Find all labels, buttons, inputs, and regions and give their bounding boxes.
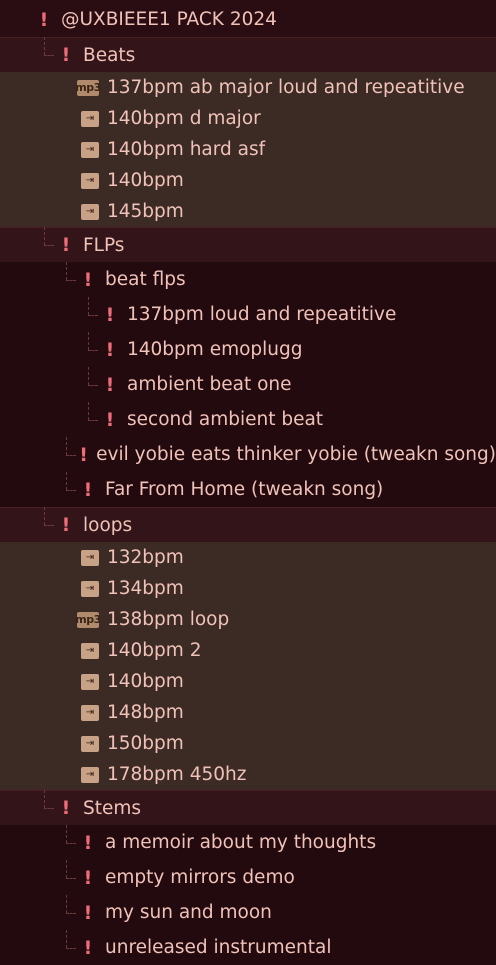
tree-item-label: 140bpm hard asf <box>107 139 266 160</box>
folder-warning-icon: ! <box>83 478 93 501</box>
folder-warning-icon: ! <box>61 797 71 819</box>
folder-warning-icon: ! <box>83 866 93 889</box>
tree-item-label: 140bpm <box>107 671 184 692</box>
tree-item-label: Far From Home (tweakn song) <box>105 479 384 500</box>
tree-file-row[interactable]: ⇥ 140bpm <box>0 165 496 196</box>
tree-folder-row[interactable]: ! 137bpm loud and repeatitive <box>0 297 496 332</box>
tree-item-label: 138bpm loop <box>107 609 230 630</box>
tree-item-label: loops <box>83 514 133 536</box>
tree-file-row[interactable]: ⇥ 145bpm <box>0 196 496 227</box>
flp-file-icon: ⇥ <box>81 549 99 566</box>
tree-item-label: Stems <box>83 797 142 819</box>
tree-item-label: 150bpm <box>107 733 184 754</box>
tree-folder-row[interactable]: ! empty mirrors demo <box>0 860 496 895</box>
tree-item-label: beat flps <box>105 269 186 290</box>
tree-folder-row[interactable]: ! ambient beat one <box>0 367 496 402</box>
folder-warning-icon: ! <box>79 443 88 466</box>
mp3-file-icon: mp3 <box>75 611 101 628</box>
tree-item-label: 140bpm 2 <box>107 640 202 661</box>
tree-folder-row[interactable]: ! loops <box>0 507 496 542</box>
tree-file-row[interactable]: ⇥ 140bpm hard asf <box>0 134 496 165</box>
file-browser-tree: ! @UXBIEEE1 PACK 2024! Beats mp3 137bpm ab m… <box>0 0 496 965</box>
tree-folder-row[interactable]: ! evil yobie eats thinker yobie (tweakn s… <box>0 437 496 472</box>
tree-folder-row[interactable]: ! @UXBIEEE1 PACK 2024 <box>0 2 496 37</box>
tree-folder-row[interactable]: ! Stems <box>0 790 496 825</box>
flp-file-icon: ⇥ <box>81 172 99 189</box>
tree-file-row[interactable]: ⇥ 132bpm <box>0 542 496 573</box>
folder-warning-icon: ! <box>105 408 115 431</box>
flp-file-icon: ⇥ <box>81 203 99 220</box>
tree-item-label: FLPs <box>83 234 125 256</box>
tree-file-row[interactable]: ⇥ 134bpm <box>0 573 496 604</box>
folder-warning-icon: ! <box>39 8 49 31</box>
tree-file-row[interactable]: mp3 138bpm loop <box>0 604 496 635</box>
tree-item-label: 145bpm <box>107 201 184 222</box>
tree-item-label: 140bpm d major <box>107 108 261 129</box>
tree-item-label: a memoir about my thoughts <box>105 832 377 853</box>
tree-folder-row[interactable]: ! Far From Home (tweakn song) <box>0 472 496 507</box>
tree-folder-row[interactable]: ! my sun and moon <box>0 895 496 930</box>
tree-item-label: 178bpm 450hz <box>107 764 247 785</box>
tree-folder-row[interactable]: ! beat flps <box>0 262 496 297</box>
tree-folder-row[interactable]: ! FLPs <box>0 227 496 262</box>
tree-item-label: 140bpm emoplugg <box>127 339 303 360</box>
tree-item-label: evil yobie eats thinker yobie (tweakn so… <box>96 444 496 465</box>
tree-item-label: @UXBIEEE1 PACK 2024 <box>61 9 277 30</box>
folder-warning-icon: ! <box>61 514 71 536</box>
folder-warning-icon: ! <box>105 338 115 361</box>
tree-item-label: 140bpm <box>107 170 184 191</box>
tree-file-row[interactable]: ⇥ 140bpm d major <box>0 103 496 134</box>
tree-item-label: my sun and moon <box>105 902 272 923</box>
tree-item-label: 148bpm <box>107 702 184 723</box>
flp-file-icon: ⇥ <box>81 141 99 158</box>
flp-file-icon: ⇥ <box>81 766 99 783</box>
tree-item-label: ambient beat one <box>127 374 292 395</box>
tree-file-row[interactable]: mp3 137bpm ab major loud and repeatitive <box>0 72 496 103</box>
tree-file-row[interactable]: ⇥ 178bpm 450hz <box>0 759 496 790</box>
folder-warning-icon: ! <box>83 268 93 291</box>
tree-file-row[interactable]: ⇥ 150bpm <box>0 728 496 759</box>
tree-file-row[interactable]: ⇥ 140bpm 2 <box>0 635 496 666</box>
tree-item-label: 132bpm <box>107 547 184 568</box>
tree-item-label: second ambient beat <box>127 409 324 430</box>
tree-folder-row[interactable]: ! Beats <box>0 37 496 72</box>
tree-folder-row[interactable]: ! a memoir about my thoughts <box>0 825 496 860</box>
flp-file-icon: ⇥ <box>81 642 99 659</box>
tree-item-label: Beats <box>83 44 136 66</box>
flp-file-icon: ⇥ <box>81 110 99 127</box>
tree-folder-row[interactable]: ! 140bpm emoplugg <box>0 332 496 367</box>
folder-warning-icon: ! <box>83 901 93 924</box>
folder-warning-icon: ! <box>83 831 93 854</box>
flp-file-icon: ⇥ <box>81 735 99 752</box>
tree-item-label: 137bpm ab major loud and repeatitive <box>107 77 465 98</box>
tree-item-label: unreleased instrumental <box>105 937 332 958</box>
tree-folder-row[interactable]: ! unreleased instrumental <box>0 930 496 965</box>
tree-file-row[interactable]: ⇥ 148bpm <box>0 697 496 728</box>
tree-item-label: empty mirrors demo <box>105 867 295 888</box>
folder-warning-icon: ! <box>61 234 71 256</box>
folder-warning-icon: ! <box>61 44 71 66</box>
folder-warning-icon: ! <box>83 936 93 959</box>
flp-file-icon: ⇥ <box>81 704 99 721</box>
tree-item-label: 137bpm loud and repeatitive <box>127 304 397 325</box>
flp-file-icon: ⇥ <box>81 580 99 597</box>
folder-warning-icon: ! <box>105 303 115 326</box>
mp3-file-icon: mp3 <box>75 79 101 96</box>
tree-item-label: 134bpm <box>107 578 184 599</box>
flp-file-icon: ⇥ <box>81 673 99 690</box>
tree-folder-row[interactable]: ! second ambient beat <box>0 402 496 437</box>
tree-file-row[interactable]: ⇥ 140bpm <box>0 666 496 697</box>
folder-warning-icon: ! <box>105 373 115 396</box>
